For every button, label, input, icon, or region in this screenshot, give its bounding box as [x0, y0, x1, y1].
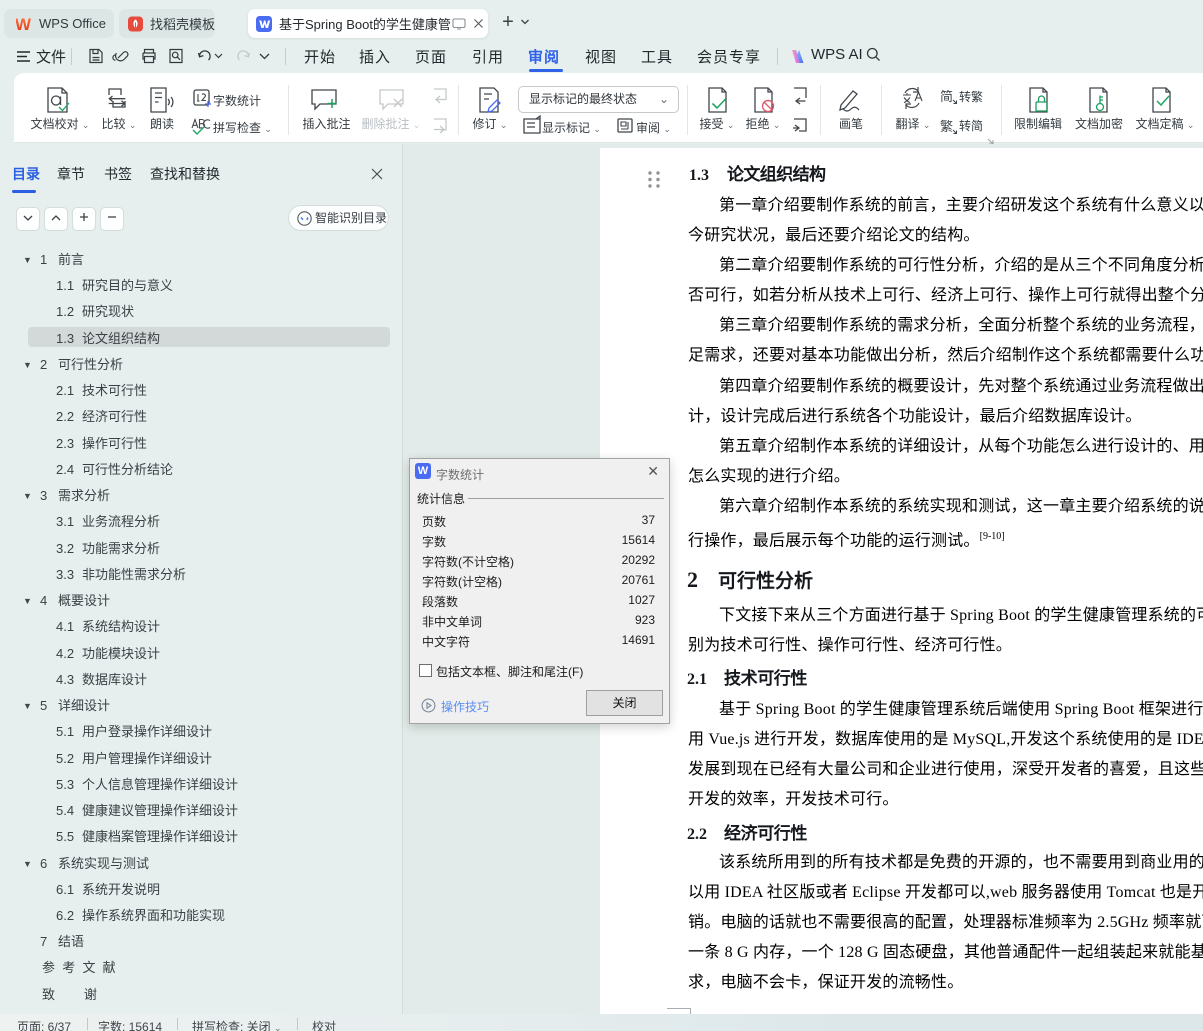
svg-text:简: 简 [940, 89, 953, 104]
svg-text:W: W [16, 17, 32, 31]
svg-text:繁: 繁 [940, 119, 953, 134]
